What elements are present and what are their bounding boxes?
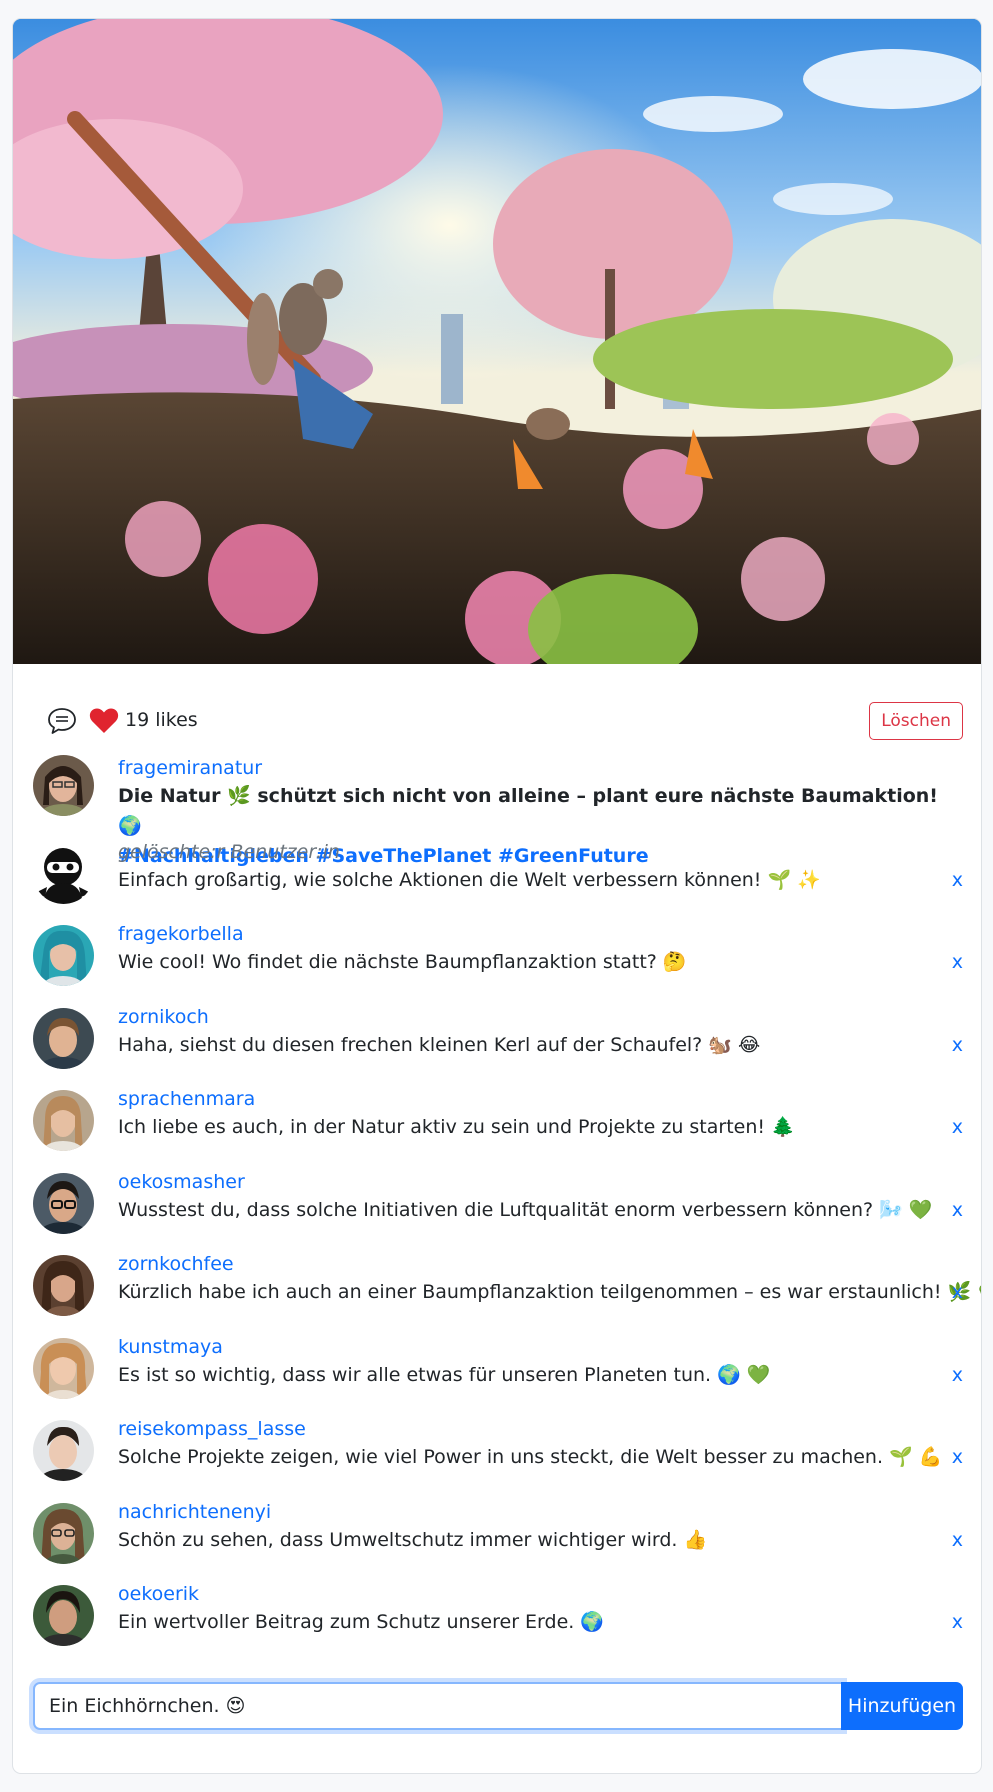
comment-text: Es ist so wichtig, dass wir alle etwas f… bbox=[118, 1364, 771, 1386]
remove-comment-button[interactable]: x bbox=[952, 1527, 963, 1553]
comment-text: Einfach großartig, wie solche Aktionen d… bbox=[118, 869, 821, 891]
comment-text: Ich liebe es auch, in der Natur aktiv zu… bbox=[118, 1116, 795, 1138]
avatar[interactable] bbox=[33, 1420, 94, 1481]
avatar[interactable] bbox=[33, 925, 94, 986]
remove-comment-button[interactable]: x bbox=[952, 949, 963, 975]
add-comment-button[interactable]: Hinzufügen bbox=[841, 1682, 963, 1730]
comment-item: oekosmasher Wusstest du, dass solche Ini… bbox=[33, 1169, 963, 1234]
comment-item: zornkochfee Kürzlich habe ich auch an ei… bbox=[33, 1251, 981, 1316]
comment-item: nachrichtenenyi Schön zu sehen, dass Umw… bbox=[33, 1499, 963, 1564]
avatar[interactable] bbox=[33, 755, 94, 816]
comment-author[interactable]: fragekorbella bbox=[118, 921, 244, 947]
remove-comment-button[interactable]: x bbox=[952, 1362, 963, 1388]
comment-text: Wusstest du, dass solche Initiativen die… bbox=[118, 1199, 933, 1221]
avatar[interactable] bbox=[33, 1090, 94, 1151]
comment-item: reisekompass_lasse Solche Projekte zeige… bbox=[33, 1416, 963, 1481]
remove-comment-button[interactable]: x bbox=[952, 1444, 963, 1470]
remove-comment-button[interactable]: x bbox=[952, 1609, 963, 1635]
comment-author[interactable]: sprachenmara bbox=[118, 1086, 255, 1112]
speech-bubble-icon[interactable] bbox=[47, 707, 77, 735]
remove-comment-button[interactable]: x bbox=[952, 1279, 963, 1305]
comment-item: fragekorbella Wie cool! Wo findet die nä… bbox=[33, 921, 963, 986]
comment-text: Schön zu sehen, dass Umweltschutz immer … bbox=[118, 1529, 708, 1551]
post-author[interactable]: fragemiranatur bbox=[118, 755, 262, 781]
remove-comment-button[interactable]: x bbox=[952, 1114, 963, 1140]
comment-item: gelöschte:r Benutzer:in Einfach großarti… bbox=[33, 839, 963, 904]
comment-input[interactable] bbox=[33, 1682, 843, 1730]
avatar[interactable] bbox=[33, 1503, 94, 1564]
delete-post-button[interactable]: Löschen bbox=[869, 702, 963, 740]
comment-author[interactable]: zornkochfee bbox=[118, 1251, 234, 1277]
avatar[interactable] bbox=[33, 1585, 94, 1646]
comment-text: Kürzlich habe ich auch an einer Baumpfla… bbox=[118, 1281, 982, 1303]
avatar[interactable] bbox=[33, 1008, 94, 1069]
comment-item: zornikoch Haha, siehst du diesen frechen… bbox=[33, 1004, 963, 1069]
comment-author[interactable]: nachrichtenenyi bbox=[118, 1499, 271, 1525]
heart-icon[interactable] bbox=[89, 707, 119, 734]
comment-author[interactable]: zornikoch bbox=[118, 1004, 209, 1030]
avatar[interactable] bbox=[33, 1255, 94, 1316]
comment-item: sprachenmara Ich liebe es auch, in der N… bbox=[33, 1086, 963, 1151]
comment-author: gelöschte:r Benutzer:in bbox=[118, 841, 340, 863]
remove-comment-button[interactable]: x bbox=[952, 867, 963, 893]
caption-body: Die Natur 🌿 schützt sich nicht von allei… bbox=[118, 785, 938, 837]
comment-text: Solche Projekte zeigen, wie viel Power i… bbox=[118, 1446, 943, 1468]
comment-composer: Hinzufügen bbox=[33, 1682, 963, 1730]
comment-author[interactable]: oekosmasher bbox=[118, 1169, 245, 1195]
comment-text: Wie cool! Wo findet die nächste Baumpfla… bbox=[118, 951, 687, 973]
comment-author[interactable]: kunstmaya bbox=[118, 1334, 223, 1360]
avatar[interactable] bbox=[33, 1338, 94, 1399]
deleted-user-avatar-icon bbox=[33, 843, 94, 904]
comment-author[interactable]: oekoerik bbox=[118, 1581, 199, 1607]
post-card: 19 likes Löschen fragemiranatur Die Natu… bbox=[12, 18, 982, 1774]
comment-text: Haha, siehst du diesen frechen kleinen K… bbox=[118, 1034, 761, 1056]
likes-count: 19 likes bbox=[125, 709, 198, 731]
comment-item: oekoerik Ein wertvoller Beitrag zum Schu… bbox=[33, 1581, 963, 1646]
comment-item: kunstmaya Es ist so wichtig, dass wir al… bbox=[33, 1334, 963, 1399]
avatar[interactable] bbox=[33, 1173, 94, 1234]
comment-text: Ein wertvoller Beitrag zum Schutz unsere… bbox=[118, 1611, 605, 1633]
comment-author[interactable]: reisekompass_lasse bbox=[118, 1416, 306, 1442]
remove-comment-button[interactable]: x bbox=[952, 1197, 963, 1223]
post-actions: 19 likes Löschen bbox=[33, 699, 963, 740]
post-photo bbox=[13, 19, 981, 664]
remove-comment-button[interactable]: x bbox=[952, 1032, 963, 1058]
